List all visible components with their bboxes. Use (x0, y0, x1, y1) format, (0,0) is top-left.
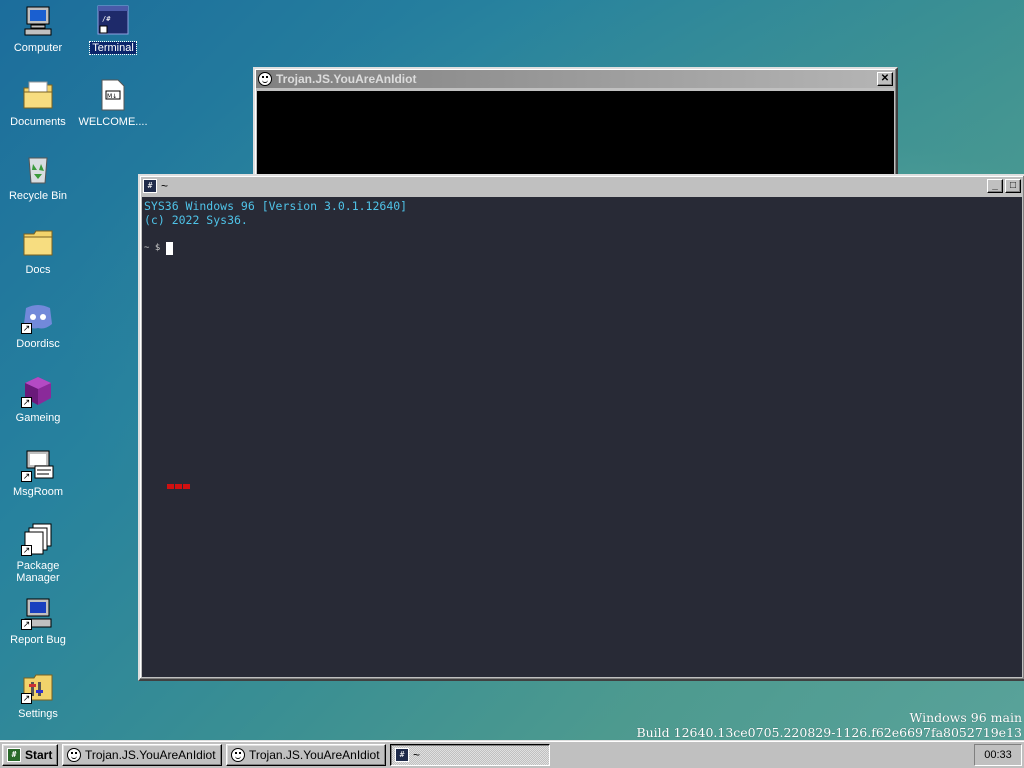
trojan-window-title: Trojan.JS.YouAreAnIdiot (276, 72, 417, 86)
taskbar-item-trojan-2[interactable]: Trojan.JS.YouAreAnIdiot (226, 743, 386, 766)
discord-icon: ↗ (21, 300, 55, 334)
terminal-icon: # (143, 179, 157, 193)
desktop-icon-recycle-bin[interactable]: Recycle Bin (1, 152, 75, 202)
desktop-icon-terminal[interactable]: /# Terminal (76, 4, 150, 55)
terminal-prompt: ~ $ (144, 243, 161, 253)
desktop-icon-doordisc[interactable]: ↗ Doordisc (1, 300, 75, 350)
terminal-line-version: SYS36 Windows 96 [Version 3.0.1.12640] (144, 199, 408, 213)
desktop-icon-settings[interactable]: ↗ Settings (1, 670, 75, 720)
clock-time: 00:33 (984, 748, 1012, 761)
desktop-icon-label: Documents (10, 116, 66, 128)
shortcut-arrow-icon: ↗ (21, 619, 32, 630)
desktop-icon-documents[interactable]: Documents (1, 78, 75, 128)
desktop-icon-welcome[interactable]: M↓ WELCOME.... (76, 78, 150, 128)
svg-text:M↓: M↓ (107, 93, 117, 100)
terminal-prompt-line[interactable]: ~ $ (144, 241, 1020, 255)
desktop-icon-label: Docs (25, 264, 51, 276)
taskbar-item-terminal[interactable]: # ~ (390, 743, 550, 766)
terminal-window-title: ~ (161, 179, 169, 193)
terminal-line-copyright: (c) 2022 Sys36. (144, 213, 248, 227)
desktop-icon-gameing[interactable]: ↗ Gameing (1, 374, 75, 424)
shortcut-arrow-icon: ↗ (21, 545, 32, 556)
start-button[interactable]: # Start (2, 743, 58, 766)
shortcut-arrow-icon: ↗ (21, 693, 32, 704)
minimize-button[interactable]: _ (987, 179, 1003, 193)
start-logo-icon: # (7, 747, 21, 762)
smiley-icon (67, 747, 81, 762)
desktop-icon-label: WELCOME.... (78, 116, 148, 128)
recycle-bin-icon (21, 152, 55, 186)
svg-text:/#: /# (102, 15, 111, 23)
terminal-window[interactable]: # ~ _ □ SYS36 Windows 96 [Version 3.0.1.… (138, 174, 1024, 681)
desktop-icon-msgroom[interactable]: ↗ MsgRoom (1, 448, 75, 498)
shortcut-arrow-icon: ↗ (21, 397, 32, 408)
desktop-icon-label: Gameing (15, 412, 61, 424)
taskbar-item-label: Trojan.JS.YouAreAnIdiot (249, 747, 380, 762)
desktop-icon-label: Report Bug (10, 634, 66, 646)
terminal-icon: /# (96, 4, 130, 38)
desktop-icon-label: MsgRoom (12, 486, 64, 498)
trojan-window-content (257, 91, 894, 180)
smiley-icon (231, 747, 245, 762)
desktop-icon-label: Terminal (89, 41, 137, 55)
desktop-icon-label: Computer (13, 42, 63, 54)
trojan-window-titlebar[interactable]: Trojan.JS.YouAreAnIdiot ✕ (256, 70, 895, 88)
build-line-1: Windows 96 main (909, 710, 1022, 725)
system-tray-clock[interactable]: 00:33 (974, 743, 1022, 766)
desktop-icon-report-bug[interactable]: ↗ Report Bug (1, 596, 75, 646)
package-manager-icon: ↗ (21, 522, 55, 556)
msgroom-icon: ↗ (21, 448, 55, 482)
desktop-icon-package-manager[interactable]: ↗ Package Manager (1, 522, 75, 584)
trojan-window[interactable]: Trojan.JS.YouAreAnIdiot ✕ (253, 67, 898, 182)
smiley-icon (258, 72, 272, 86)
start-label: Start (25, 747, 53, 762)
red-marker (167, 484, 191, 489)
desktop-icon-label: Doordisc (16, 338, 60, 350)
folder-icon (21, 226, 55, 260)
terminal-window-titlebar[interactable]: # ~ _ □ (141, 177, 1023, 195)
build-line-2: Build 12640.13ce0705.220829-1126.f62e669… (636, 725, 1022, 740)
desktop-icon-label: Settings (18, 708, 58, 720)
desktop-icon-label: Recycle Bin (8, 190, 68, 202)
settings-icon: ↗ (21, 670, 55, 704)
markdown-file-icon: M↓ (96, 78, 130, 112)
terminal-output[interactable]: SYS36 Windows 96 [Version 3.0.1.12640] (… (142, 197, 1022, 677)
desktop-icon-docs[interactable]: Docs (1, 226, 75, 276)
desktop-icon-label: Package Manager (16, 560, 60, 584)
shortcut-arrow-icon: ↗ (21, 323, 32, 334)
maximize-button[interactable]: □ (1005, 179, 1021, 193)
taskbar-item-label: ~ (413, 747, 421, 762)
desktop-icon-computer[interactable]: Computer (1, 4, 75, 54)
taskbar-item-label: Trojan.JS.YouAreAnIdiot (85, 747, 216, 762)
documents-folder-icon (21, 78, 55, 112)
text-cursor (166, 241, 174, 255)
shortcut-arrow-icon: ↗ (21, 471, 32, 482)
computer-icon (21, 4, 55, 38)
taskbar: # Start Trojan.JS.YouAreAnIdiot Trojan.J… (0, 740, 1024, 768)
game-cube-icon: ↗ (21, 374, 55, 408)
build-watermark: Windows 96 main Build 12640.13ce0705.220… (636, 710, 1022, 740)
terminal-icon: # (395, 747, 409, 762)
report-bug-icon: ↗ (21, 596, 55, 630)
close-button[interactable]: ✕ (877, 72, 893, 86)
taskbar-item-trojan-1[interactable]: Trojan.JS.YouAreAnIdiot (62, 743, 222, 766)
